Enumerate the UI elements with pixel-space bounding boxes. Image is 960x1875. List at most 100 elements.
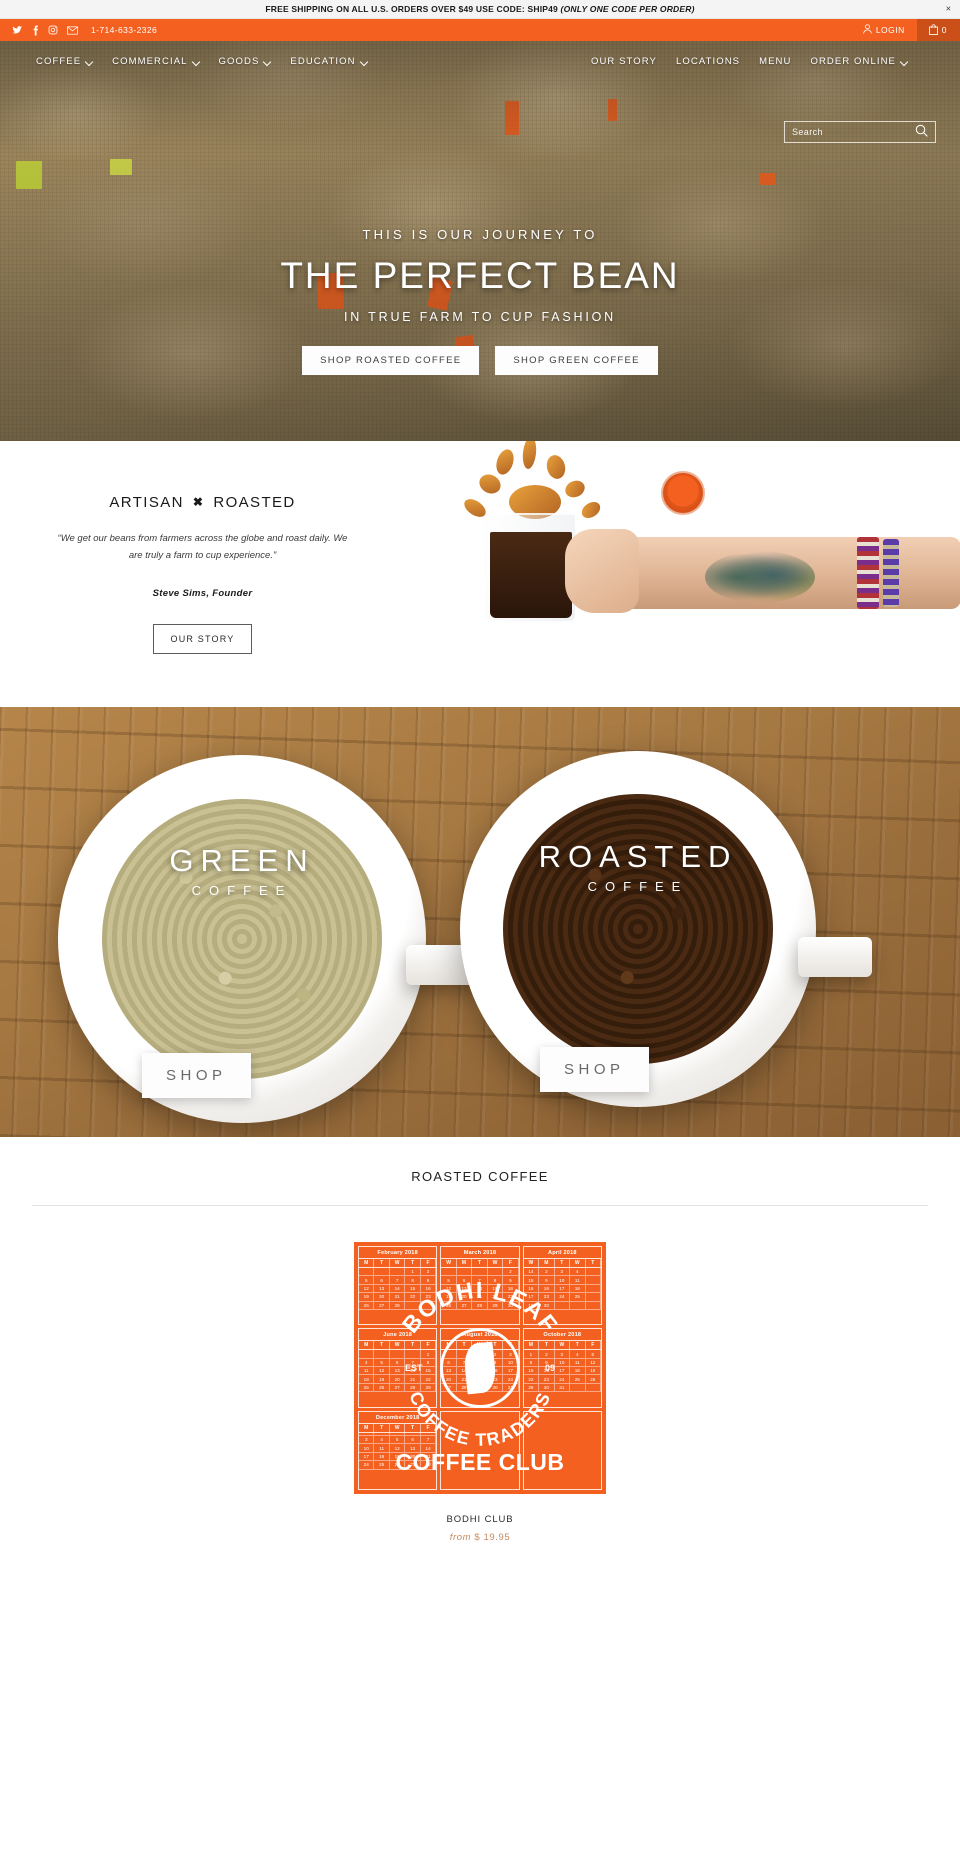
roasted-coffee-label: ROASTED COFFEE	[460, 841, 816, 894]
price-value: $ 19.95	[474, 1532, 511, 1543]
twitter-icon[interactable]	[12, 25, 23, 35]
main-navigation: COFFEE COMMERCIAL GOODS EDUCATION OUR ST…	[0, 41, 960, 81]
green-coffee-label: GREEN COFFEE	[58, 845, 426, 898]
calendar-weekdays: WMTWF	[441, 1259, 519, 1268]
roasted-beans	[502, 793, 774, 1065]
nav-item-education[interactable]: EDUCATION	[290, 56, 367, 67]
hand-fist	[565, 529, 639, 613]
user-icon	[863, 24, 872, 36]
nav-item-order-online[interactable]: ORDER ONLINE	[810, 56, 908, 67]
our-story-button[interactable]: OUR STORY	[152, 624, 253, 655]
nav-left-group: COFFEE COMMERCIAL GOODS EDUCATION	[0, 56, 368, 67]
hero-kicker: THIS IS OUR JOURNEY TO	[362, 227, 598, 242]
nav-item-our-story[interactable]: OUR STORY	[591, 56, 657, 67]
nav-item-coffee[interactable]: COFFEE	[36, 56, 93, 67]
bracelet-secondary	[883, 539, 899, 607]
chevron-down-icon	[264, 58, 271, 65]
utility-left-group: 1-714-633-2326	[0, 24, 157, 36]
splash-drop	[544, 453, 568, 481]
nav-label: COMMERCIAL	[112, 55, 188, 67]
artisan-heading-left: ARTISAN	[109, 493, 184, 511]
product-grid: February 2018 MTWTF 1 2 5 6 7 8 9 12 13 14 15 16 19 2…	[0, 1206, 960, 1543]
search-input[interactable]	[792, 127, 915, 137]
splash-drop	[493, 447, 517, 477]
green-subtitle: COFFEE	[191, 883, 293, 898]
email-icon[interactable]	[67, 25, 78, 35]
mug-coffee-fill	[490, 532, 572, 618]
hero-content: THIS IS OUR JOURNEY TO THE PERFECT BEAN …	[0, 227, 960, 375]
login-label: LOGIN	[875, 25, 905, 35]
calendar-weekdays: MTWTF	[359, 1259, 437, 1268]
shop-green-coffee-button[interactable]: SHOP GREEN COFFEE	[495, 345, 658, 375]
coffee-club-label: COFFEE CLUB	[395, 1449, 565, 1475]
cart-count: 0	[941, 25, 947, 35]
logo-est-year: EST 09	[405, 1363, 555, 1373]
calendar-month: February 2018	[359, 1247, 437, 1259]
artisan-image	[405, 441, 960, 707]
nav-item-goods[interactable]: GOODS	[219, 56, 272, 67]
shop-roasted-coffee-button[interactable]: SHOP ROASTED COFFEE	[302, 345, 480, 375]
splash-drop	[521, 441, 538, 470]
instagram-icon[interactable]	[48, 25, 58, 35]
nav-label: LOCATIONS	[676, 55, 741, 67]
roasted-subtitle: COFFEE	[587, 879, 689, 894]
announcement-bar: FREE SHIPPING ON ALL U.S. ORDERS OVER $4…	[0, 0, 960, 19]
calendar-weekdays: WMTWT	[523, 1259, 601, 1268]
announcement-text-main: FREE SHIPPING ON ALL U.S. ORDERS OVER $4…	[265, 4, 561, 14]
calendar-month: March 2018	[441, 1247, 519, 1259]
close-icon[interactable]: ×	[946, 4, 951, 14]
green-beans	[102, 799, 382, 1079]
roasted-cup-handle	[798, 937, 872, 977]
search-box[interactable]	[784, 121, 936, 143]
product-card-bodhi-club[interactable]: February 2018 MTWTF 1 2 5 6 7 8 9 12 13 14 15 16 19 2…	[330, 1242, 630, 1543]
bodhi-leaf-logo: BODHI LEAF COFFEE TRADERS EST 09	[382, 1270, 578, 1466]
artisan-heading-right: ROASTED	[213, 493, 296, 511]
nav-label: MENU	[759, 55, 792, 67]
nav-right-group: OUR STORY LOCATIONS MENU ORDER ONLINE	[591, 56, 960, 67]
artisan-author: Steve Sims, Founder	[152, 588, 253, 600]
product-image: February 2018 MTWTF 1 2 5 6 7 8 9 12 13 14 15 16 19 2…	[354, 1242, 606, 1494]
logo-est-label: EST	[405, 1363, 423, 1373]
search-icon	[915, 124, 928, 140]
nav-item-commercial[interactable]: COMMERCIAL	[112, 56, 199, 67]
hero-section: COFFEE COMMERCIAL GOODS EDUCATION OUR ST…	[0, 41, 960, 441]
logo-year-label: 09	[544, 1363, 555, 1373]
facebook-icon[interactable]	[32, 24, 39, 36]
nav-label: COFFEE	[36, 55, 82, 67]
products-section: ROASTED COFFEE February 2018 MTWTF 12567…	[0, 1137, 960, 1543]
products-heading: ROASTED COFFEE	[411, 1169, 549, 1184]
hero-button-group: SHOP ROASTED COFFEE SHOP GREEN COFFEE	[0, 345, 960, 375]
product-price: from $ 19.95	[330, 1532, 630, 1543]
chevron-down-icon	[901, 58, 908, 65]
nav-label: ORDER ONLINE	[810, 55, 896, 67]
shop-green-button[interactable]: SHOP	[142, 1053, 251, 1098]
login-button[interactable]: LOGIN	[851, 19, 917, 41]
phone-link[interactable]: 1-714-633-2326	[91, 25, 157, 35]
nav-item-menu[interactable]: MENU	[759, 56, 791, 67]
mug-logo	[660, 471, 705, 515]
shop-roasted-button[interactable]: SHOP	[540, 1047, 649, 1092]
search-button[interactable]	[915, 124, 928, 140]
calendar-month: April 2018	[523, 1247, 601, 1259]
bracelet	[857, 537, 879, 609]
nav-label: GOODS	[218, 55, 260, 67]
utility-right-group: LOGIN 0	[851, 19, 960, 41]
splash-drop	[562, 477, 588, 501]
announcement-text: FREE SHIPPING ON ALL U.S. ORDERS OVER $4…	[265, 4, 694, 14]
chevron-down-icon	[361, 58, 368, 65]
hero-title: THE PERFECT BEAN	[280, 255, 680, 296]
artisan-heading: ARTISAN ✖ ROASTED	[109, 494, 295, 511]
artisan-section: ARTISAN ✖ ROASTED “We get our beans from…	[0, 441, 960, 707]
cart-button[interactable]: 0	[916, 19, 960, 41]
chevron-down-icon	[86, 58, 93, 65]
hero-subtitle: IN TRUE FARM TO CUP FASHION	[344, 309, 616, 324]
splash-drop	[578, 498, 604, 522]
nav-item-locations[interactable]: LOCATIONS	[676, 56, 740, 67]
artisan-quote: “We get our beans from farmers across th…	[57, 532, 348, 561]
price-prefix: from	[449, 1532, 472, 1543]
roasted-title: ROASTED	[538, 839, 738, 874]
cart-icon	[928, 23, 938, 37]
tattoo	[705, 551, 815, 603]
splash-drop	[476, 470, 504, 498]
nav-label: OUR STORY	[590, 55, 657, 67]
